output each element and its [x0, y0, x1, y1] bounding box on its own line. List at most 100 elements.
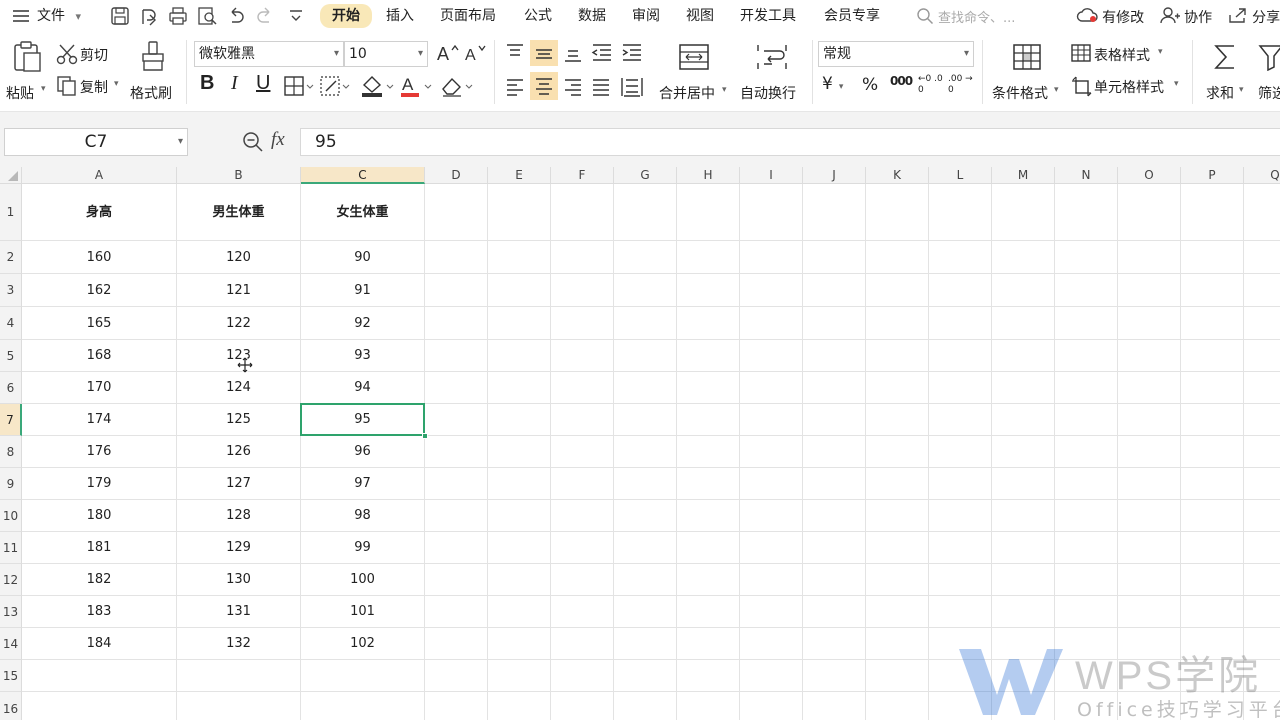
cell-n10[interactable]	[1055, 500, 1118, 532]
decrease-decimal-button[interactable]: .00 →0	[948, 74, 974, 96]
cell-p8[interactable]	[1181, 436, 1244, 468]
filter-button[interactable]: 筛选	[1256, 40, 1280, 104]
cell-f2[interactable]	[551, 241, 614, 274]
cell-c4[interactable]: 92	[301, 307, 425, 340]
row-header-5[interactable]: 5	[0, 340, 22, 372]
fill-color-icon[interactable]	[360, 74, 396, 102]
cell-f6[interactable]	[551, 372, 614, 404]
tab-member[interactable]: 会员专享	[824, 6, 880, 26]
column-header-k[interactable]: K	[866, 167, 929, 184]
cell-p9[interactable]	[1181, 468, 1244, 500]
merge-center-button[interactable]: 合并居中 ▾	[656, 40, 732, 104]
cell-l3[interactable]	[929, 274, 992, 307]
cell-l6[interactable]	[929, 372, 992, 404]
cell-d7[interactable]	[425, 404, 488, 436]
cell-c15[interactable]	[301, 660, 425, 692]
cell-o5[interactable]	[1118, 340, 1181, 372]
cell-l13[interactable]	[929, 596, 992, 628]
cell-c9[interactable]: 97	[301, 468, 425, 500]
cell-l8[interactable]	[929, 436, 992, 468]
cell-q11[interactable]	[1244, 532, 1280, 564]
cell-p6[interactable]	[1181, 372, 1244, 404]
cell-e16[interactable]	[488, 692, 551, 720]
cell-d1[interactable]	[425, 184, 488, 241]
cell-g11[interactable]	[614, 532, 677, 564]
sum-button[interactable]: 求和 ▾	[1200, 40, 1250, 104]
align-top-icon[interactable]	[504, 42, 526, 68]
cell-f15[interactable]	[551, 660, 614, 692]
cell-o3[interactable]	[1118, 274, 1181, 307]
cell-k15[interactable]	[866, 660, 929, 692]
cell-n2[interactable]	[1055, 241, 1118, 274]
cell-a5[interactable]: 168	[22, 340, 177, 372]
cell-g4[interactable]	[614, 307, 677, 340]
cell-g14[interactable]	[614, 628, 677, 660]
row-header-10[interactable]: 10	[0, 500, 22, 532]
distribute-icon[interactable]	[620, 76, 644, 102]
cell-a11[interactable]: 181	[22, 532, 177, 564]
cell-q7[interactable]	[1244, 404, 1280, 436]
cell-a1[interactable]: 身高	[22, 184, 177, 241]
cell-o6[interactable]	[1118, 372, 1181, 404]
cell-style-button[interactable]: 单元格样式 ▾	[1070, 74, 1186, 98]
cell-j9[interactable]	[803, 468, 866, 500]
cell-q6[interactable]	[1244, 372, 1280, 404]
cell-k2[interactable]	[866, 241, 929, 274]
cell-a6[interactable]: 170	[22, 372, 177, 404]
column-header-f[interactable]: F	[551, 167, 614, 184]
cell-b3[interactable]: 121	[177, 274, 301, 307]
cell-e9[interactable]	[488, 468, 551, 500]
cell-p5[interactable]	[1181, 340, 1244, 372]
cell-d3[interactable]	[425, 274, 488, 307]
cell-q1[interactable]	[1244, 184, 1280, 241]
cell-h16[interactable]	[677, 692, 740, 720]
tab-insert[interactable]: 插入	[386, 6, 414, 26]
font-color-icon[interactable]: A	[400, 74, 436, 102]
cell-k1[interactable]	[866, 184, 929, 241]
cell-d9[interactable]	[425, 468, 488, 500]
increase-indent-icon[interactable]	[620, 42, 644, 68]
cell-e3[interactable]	[488, 274, 551, 307]
cell-k5[interactable]	[866, 340, 929, 372]
cell-i3[interactable]	[740, 274, 803, 307]
column-header-a[interactable]: A	[22, 167, 177, 184]
cell-c16[interactable]	[301, 692, 425, 720]
cell-h5[interactable]	[677, 340, 740, 372]
cell-g6[interactable]	[614, 372, 677, 404]
cell-e8[interactable]	[488, 436, 551, 468]
cell-q12[interactable]	[1244, 564, 1280, 596]
cell-e5[interactable]	[488, 340, 551, 372]
cell-j14[interactable]	[803, 628, 866, 660]
cell-c8[interactable]: 96	[301, 436, 425, 468]
cell-q3[interactable]	[1244, 274, 1280, 307]
number-format-select[interactable]: 常规 ▾	[818, 41, 974, 67]
cell-d5[interactable]	[425, 340, 488, 372]
cell-c1[interactable]: 女生体重	[301, 184, 425, 241]
cell-g16[interactable]	[614, 692, 677, 720]
cell-b10[interactable]: 128	[177, 500, 301, 532]
cell-k16[interactable]	[866, 692, 929, 720]
cell-b15[interactable]	[177, 660, 301, 692]
cell-k10[interactable]	[866, 500, 929, 532]
cell-f5[interactable]	[551, 340, 614, 372]
cell-n11[interactable]	[1055, 532, 1118, 564]
tab-review[interactable]: 审阅	[632, 6, 660, 26]
column-header-i[interactable]: I	[740, 167, 803, 184]
cell-i6[interactable]	[740, 372, 803, 404]
cell-o13[interactable]	[1118, 596, 1181, 628]
cell-a4[interactable]: 165	[22, 307, 177, 340]
cell-c3[interactable]: 91	[301, 274, 425, 307]
cell-i1[interactable]	[740, 184, 803, 241]
modified-status-button[interactable]: 有修改	[1076, 6, 1144, 26]
cell-a8[interactable]: 176	[22, 436, 177, 468]
cell-n13[interactable]	[1055, 596, 1118, 628]
cell-g9[interactable]	[614, 468, 677, 500]
cell-f14[interactable]	[551, 628, 614, 660]
cell-e14[interactable]	[488, 628, 551, 660]
cell-h3[interactable]	[677, 274, 740, 307]
select-all-corner[interactable]	[0, 167, 22, 184]
cell-e11[interactable]	[488, 532, 551, 564]
print-preview-icon[interactable]	[197, 6, 217, 26]
cell-l10[interactable]	[929, 500, 992, 532]
cell-o7[interactable]	[1118, 404, 1181, 436]
